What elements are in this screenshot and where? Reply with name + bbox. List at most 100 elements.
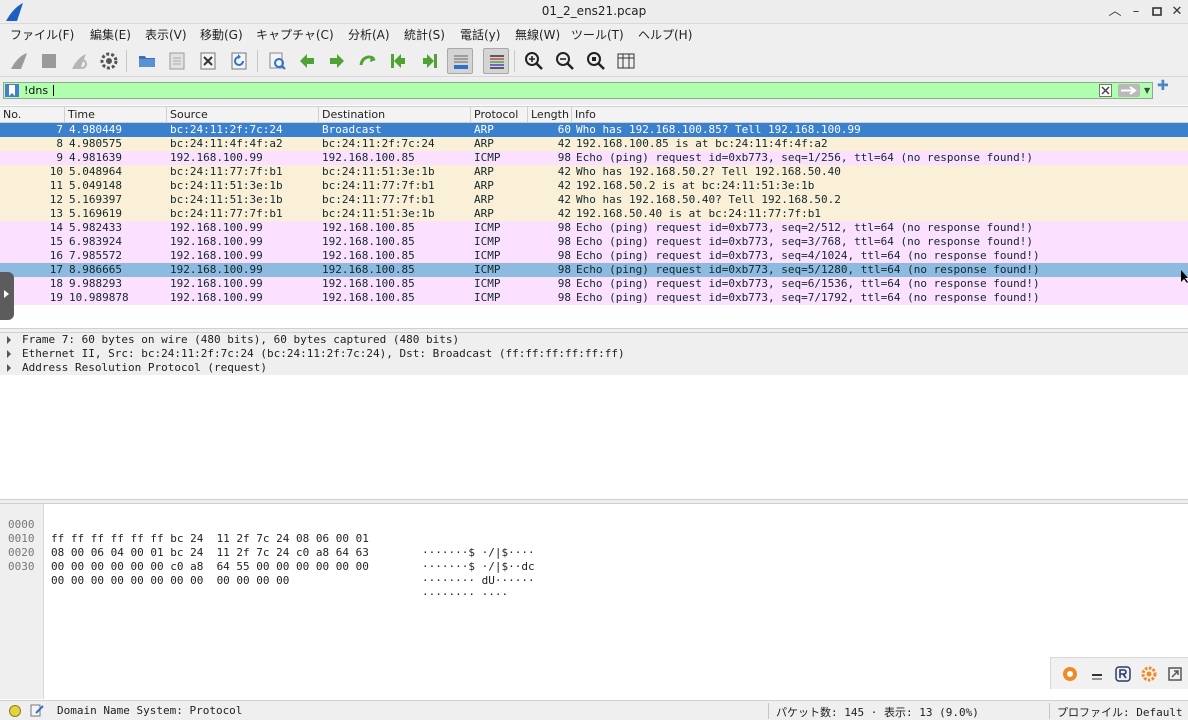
detail-row-frame[interactable]: Frame 7: 60 bytes on wire (480 bits), 60… — [0, 333, 1188, 347]
go-first-packet-icon[interactable] — [385, 48, 411, 74]
column-header-source[interactable]: Source — [170, 108, 208, 121]
expand-triangle-icon[interactable] — [7, 364, 11, 372]
bytes-ascii[interactable]: ·······$ ·/|$···· — [422, 546, 535, 560]
menu-analyze[interactable]: 分析(A) — [348, 26, 390, 43]
column-divider[interactable] — [527, 107, 528, 123]
menu-statistics[interactable]: 統計(S) — [404, 26, 445, 43]
packet-row[interactable]: 16 7.985572 192.168.100.99 192.168.100.85 IC… — [0, 249, 1188, 263]
bytes-row[interactable]: 0030 00 00 00 00 00 00 00 00 00 00 00 00… — [0, 546, 508, 601]
bytes-ascii[interactable]: ········ dU······ — [422, 574, 535, 588]
packet-row[interactable]: 14 5.982433 192.168.100.99 192.168.100.85 IC… — [0, 221, 1188, 235]
zoom-in-icon[interactable] — [521, 48, 547, 74]
bytes-row[interactable]: 0010 08 00 06 04 00 01 bc 24 11 2f 7c 24… — [0, 518, 535, 573]
column-divider[interactable] — [571, 107, 572, 123]
bytes-ascii[interactable]: ·······$ ·/|$··dc — [422, 560, 535, 574]
capture-options-gear-icon[interactable] — [96, 48, 122, 74]
tray-settings-gear-icon[interactable] — [1141, 666, 1157, 682]
packet-row[interactable]: 11 5.049148 bc:24:11:51:3e:1b bc:24:11:77:7… — [0, 179, 1188, 193]
add-filter-button-plus-icon[interactable]: ✚ — [1157, 79, 1169, 93]
column-header-destination[interactable]: Destination — [322, 108, 385, 121]
tray-app-icon[interactable] — [1062, 666, 1078, 682]
close-file-icon[interactable] — [195, 48, 221, 74]
menu-capture[interactable]: キャプチャ(C) — [256, 26, 334, 43]
find-packet-icon[interactable] — [264, 48, 290, 74]
tray-r-icon[interactable] — [1115, 666, 1131, 682]
apply-filter-arrow-icon[interactable] — [1118, 84, 1140, 97]
edit-comment-icon[interactable] — [30, 703, 44, 717]
menu-help[interactable]: ヘルプ(H) — [638, 26, 692, 43]
maximize-icon[interactable] — [1148, 3, 1166, 21]
display-filter-field[interactable]: ▼ — [3, 82, 1153, 99]
close-icon[interactable]: ✕ — [1168, 3, 1186, 21]
packet-row[interactable]: 9 4.981639 192.168.100.99 192.168.100.85 ICM… — [0, 151, 1188, 165]
menu-view[interactable]: 表示(V) — [145, 26, 187, 43]
go-to-packet-icon[interactable] — [355, 48, 381, 74]
colorize-list-icon[interactable] — [483, 48, 509, 74]
packet-row[interactable]: 18 9.988293 192.168.100.99 192.168.100.85 IC… — [0, 277, 1188, 291]
filter-history-dropdown-icon[interactable]: ▼ — [1144, 86, 1150, 95]
detail-row-ethernet[interactable]: Ethernet II, Src: bc:24:11:2f:7c:24 (bc:… — [0, 347, 1188, 361]
column-header-info[interactable]: Info — [575, 108, 596, 121]
stop-capture-icon[interactable] — [36, 48, 62, 74]
clear-filter-icon[interactable] — [1099, 84, 1112, 97]
packet-row[interactable]: 15 6.983924 192.168.100.99 192.168.100.85 IC… — [0, 235, 1188, 249]
chevron-up-icon[interactable]: ︿ — [1106, 3, 1124, 21]
packet-row[interactable]: 19 10.989878 192.168.100.99 192.168.100.85 I… — [0, 291, 1188, 305]
column-header-protocol[interactable]: Protocol — [474, 108, 518, 121]
menu-file[interactable]: ファイル(F) — [10, 26, 74, 43]
open-folder-icon[interactable] — [134, 48, 160, 74]
bytes-ascii[interactable]: ········ ···· — [422, 588, 508, 602]
restart-capture-icon[interactable] — [66, 48, 92, 74]
bytes-row[interactable]: 0000 ff ff ff ff ff ff bc 24 11 2f 7c 24… — [0, 504, 535, 559]
menu-go[interactable]: 移動(G) — [200, 26, 243, 43]
menu-edit[interactable]: 編集(E) — [90, 26, 131, 43]
packet-cell-proto: ICMP — [474, 151, 501, 164]
start-capture-fin-icon[interactable] — [6, 48, 32, 74]
expand-triangle-icon[interactable] — [7, 350, 11, 358]
packet-row[interactable]: 8 4.980575 bc:24:11:4f:4f:a2 bc:24:11:2f:7c… — [0, 137, 1188, 151]
packet-cell-len: 98 — [557, 249, 571, 262]
column-divider[interactable] — [318, 107, 319, 123]
column-header-length[interactable]: Length — [531, 108, 569, 121]
column-divider[interactable] — [64, 107, 65, 123]
status-bar: Domain Name System: Protocol パケット数: 145 … — [0, 700, 1188, 720]
zoom-normal-icon[interactable] — [583, 48, 609, 74]
autoscroll-icon[interactable] — [447, 48, 473, 74]
save-file-icon[interactable] — [164, 48, 190, 74]
bytes-row[interactable]: 0020 00 00 00 00 00 00 c0 a8 64 55 00 00… — [0, 532, 535, 587]
go-forward-arrow-icon[interactable] — [324, 48, 350, 74]
go-back-arrow-icon[interactable] — [294, 48, 320, 74]
bytes-hex[interactable]: 00 00 00 00 00 00 c0 a8 64 55 00 00 00 0… — [51, 560, 369, 574]
menu-wireless[interactable]: 無線(W) — [515, 26, 560, 43]
bookmark-icon[interactable] — [5, 84, 19, 97]
zoom-out-icon[interactable] — [552, 48, 578, 74]
column-divider[interactable] — [470, 107, 471, 123]
menu-telephony[interactable]: 電話(y) — [460, 26, 500, 43]
display-filter-input[interactable] — [24, 83, 1094, 98]
menu-tools[interactable]: ツール(T) — [571, 26, 624, 43]
packet-row[interactable]: 17 8.986665 192.168.100.99 192.168.100.85 IC… — [0, 263, 1188, 277]
bytes-hex[interactable]: 08 00 06 04 00 01 bc 24 11 2f 7c 24 c0 a… — [51, 546, 369, 560]
packet-row[interactable]: 12 5.169397 bc:24:11:51:3e:1b bc:24:11:77:7… — [0, 193, 1188, 207]
reload-file-icon[interactable] — [226, 48, 252, 74]
expert-info-indicator-icon[interactable] — [9, 705, 21, 717]
expand-triangle-icon[interactable] — [7, 336, 11, 344]
column-divider[interactable] — [166, 107, 167, 123]
packet-row[interactable]: 13 5.169619 bc:24:11:77:7f:b1 bc:24:11:51:3… — [0, 207, 1188, 221]
side-panel-handle[interactable] — [0, 272, 14, 320]
go-last-packet-icon[interactable] — [417, 48, 443, 74]
minimize-icon[interactable]: – — [1127, 3, 1145, 21]
bytes-hex[interactable]: 00 00 00 00 00 00 00 00 00 00 00 00 — [51, 574, 289, 588]
packet-row[interactable]: 10 5.048964 bc:24:11:77:7f:b1 bc:24:11:51:3… — [0, 165, 1188, 179]
bytes-hex[interactable]: ff ff ff ff ff ff bc 24 11 2f 7c 24 08 0… — [51, 532, 369, 546]
column-header-time[interactable]: Time — [68, 108, 95, 121]
status-profile[interactable]: プロファイル: Default — [1057, 704, 1183, 720]
tray-minimize-icon[interactable] — [1089, 666, 1105, 682]
column-header-no[interactable]: No. — [3, 108, 21, 121]
packet-row[interactable]: 7 4.980449 bc:24:11:2f:7c:24 Broadcast ARP 60… — [0, 123, 1188, 137]
detail-row-arp[interactable]: Address Resolution Protocol (request) — [0, 361, 1188, 375]
packet-cell-time: 8.986665 — [69, 263, 122, 276]
status-divider — [1049, 703, 1050, 719]
tray-expand-icon[interactable] — [1167, 666, 1183, 682]
resize-columns-icon[interactable] — [613, 48, 639, 74]
